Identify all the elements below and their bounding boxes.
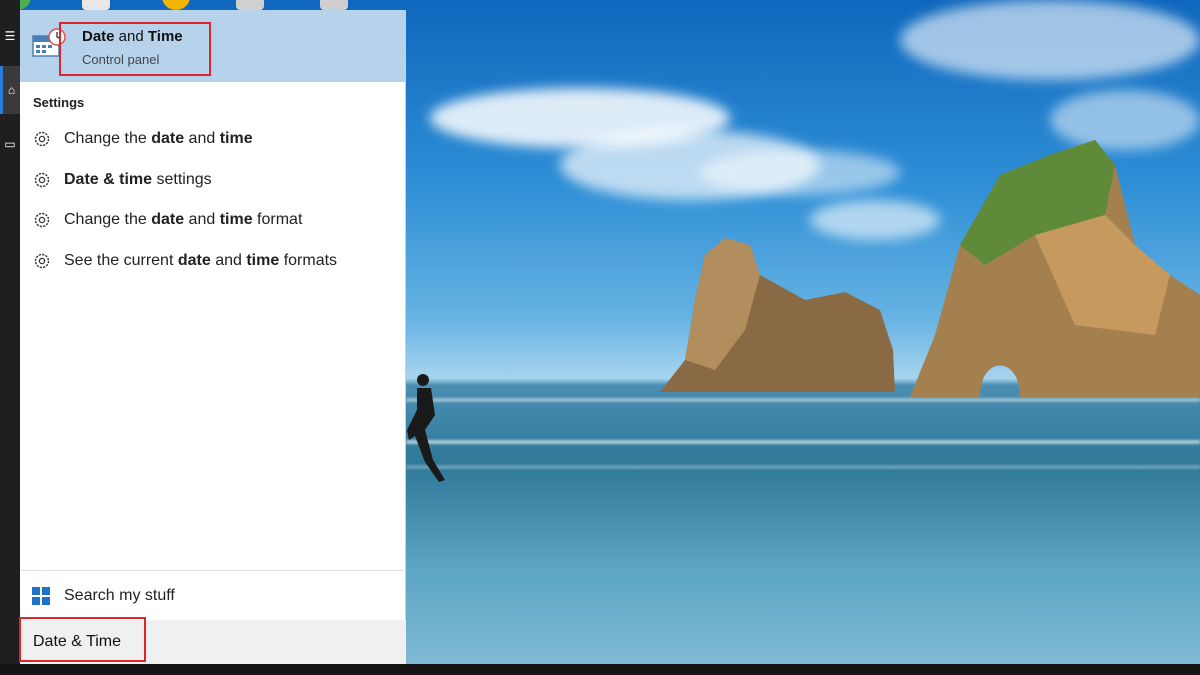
settings-result-current-formats[interactable]: See the current date and time formats [20,243,406,279]
arch-rock [910,140,1200,397]
runner-silhouette [407,374,445,482]
annotation-highlight-box [19,617,146,662]
settings-section-title: Settings [33,95,85,110]
taskbar [0,664,1200,675]
home-icon[interactable]: ⌂ [0,66,20,114]
result-label: Change the date and time [64,130,253,147]
hamburger-menu-icon[interactable]: ☰ [0,12,20,60]
sea-stack-rock [660,238,895,392]
desktop-app-icon[interactable] [320,0,348,10]
wave-line [406,465,1200,469]
divider [20,570,406,571]
gear-icon [34,172,50,188]
windows-logo-icon [32,587,50,605]
start-app-rail: ☰ ⌂ ▭ [0,0,20,664]
gear-icon [34,253,50,269]
wave-line [406,440,1200,444]
search-my-stuff-label: Search my stuff [64,587,175,604]
cloud [700,150,900,195]
gear-icon [34,131,50,147]
best-match-result[interactable]: Date and Time Control panel [20,10,406,82]
notebook-icon[interactable]: ▭ [0,120,20,168]
settings-result-date-time-settings[interactable]: Date & time settings [20,162,406,198]
cloud [900,0,1200,80]
gear-icon [34,212,50,228]
desktop-app-icon[interactable] [236,0,264,10]
settings-result-change-date-time[interactable]: Change the date and time [20,121,406,157]
search-my-stuff-button[interactable]: Search my stuff [20,580,406,612]
desktop-app-icon[interactable] [82,0,110,10]
result-label: Change the date and time format [64,211,303,228]
wave-line [406,398,1200,402]
result-label: See the current date and time formats [64,252,338,269]
annotation-highlight-box [59,22,211,76]
search-results-panel: Date and Time Control panel Settings Cha… [20,10,406,664]
settings-result-change-format[interactable]: Change the date and time format [20,202,406,238]
result-label: Date & time settings [64,171,212,188]
